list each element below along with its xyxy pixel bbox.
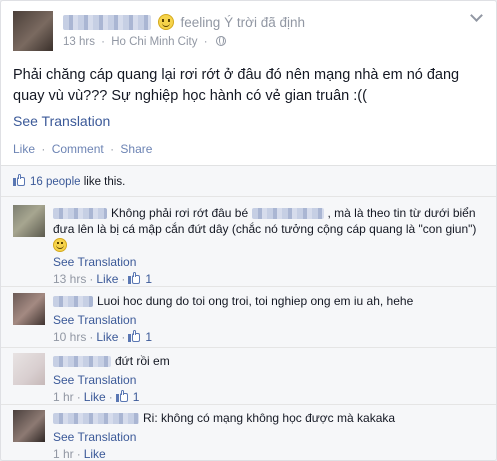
thumbs-up-icon bbox=[13, 174, 26, 186]
divider bbox=[1, 404, 496, 405]
globe-icon[interactable] bbox=[215, 36, 226, 46]
action-separator: · bbox=[110, 142, 115, 156]
divider bbox=[1, 196, 496, 197]
likes-summary: 16 people like this. bbox=[13, 174, 125, 188]
comment-footer: 13 hrs · Like · 1 bbox=[53, 272, 152, 286]
author-avatar[interactable] bbox=[13, 11, 53, 51]
dot-separator: · bbox=[121, 330, 126, 344]
comment-text: Không phải rơi rớt đâu bé , mà là theo t… bbox=[53, 205, 483, 253]
likes-suffix: like this. bbox=[83, 176, 126, 188]
commenter-avatar[interactable] bbox=[13, 293, 45, 325]
comment-like-button[interactable]: Like bbox=[84, 390, 106, 404]
comment-text: đứt rồi em bbox=[53, 353, 483, 369]
dot-separator: · bbox=[89, 272, 94, 286]
share-button[interactable]: Share bbox=[120, 142, 152, 156]
like-button[interactable]: Like bbox=[13, 142, 35, 156]
thumbs-up-icon bbox=[128, 330, 141, 342]
comment-footer: 10 hrs · Like · 1 bbox=[53, 330, 152, 344]
comment-like-button[interactable]: Like bbox=[96, 272, 118, 286]
comment-like-button[interactable]: Like bbox=[84, 447, 106, 460]
comment-text-part: đứt rồi em bbox=[115, 354, 170, 368]
comment-text: Ri: không có mạng không học được mà kaka… bbox=[53, 410, 483, 426]
commenter-name-blurred[interactable] bbox=[53, 413, 139, 425]
thumbs-up-icon bbox=[128, 272, 141, 284]
commenter-name-blurred[interactable] bbox=[53, 208, 107, 220]
chevron-down-icon[interactable] bbox=[470, 11, 482, 23]
smile-emoji-icon bbox=[53, 238, 67, 252]
post-location[interactable]: Ho Chi Minh City bbox=[111, 36, 197, 48]
meta-separator: · bbox=[203, 36, 208, 48]
feeling-label: feeling bbox=[180, 14, 221, 30]
post-meta: 13 hrs · Ho Chi Minh City · bbox=[63, 36, 226, 48]
tagged-name-blurred[interactable] bbox=[251, 208, 324, 220]
comment-like-count[interactable]: 1 bbox=[145, 272, 152, 286]
commenter-avatar[interactable] bbox=[13, 410, 45, 442]
comment-like-button[interactable]: Like bbox=[96, 330, 118, 344]
see-translation-link[interactable]: See Translation bbox=[13, 113, 110, 129]
feeling-target: Ý trời đã định bbox=[224, 14, 305, 30]
see-translation-link[interactable]: See Translation bbox=[53, 313, 136, 327]
dot-separator: · bbox=[76, 447, 81, 461]
post-timestamp[interactable]: 13 hrs bbox=[63, 36, 95, 48]
see-translation-link[interactable]: See Translation bbox=[53, 430, 136, 444]
dot-separator: · bbox=[121, 272, 126, 286]
comment-time[interactable]: 1 hr bbox=[53, 447, 74, 460]
divider bbox=[1, 347, 496, 348]
meta-separator: · bbox=[101, 36, 106, 48]
author-name-blurred[interactable] bbox=[63, 14, 151, 30]
post-header: feeling Ý trời đã định 13 hrs · Ho Chi M… bbox=[13, 11, 484, 53]
see-translation-link[interactable]: See Translation bbox=[53, 255, 136, 269]
comment-time[interactable]: 10 hrs bbox=[53, 330, 86, 344]
comment-text: Luoi hoc dung do toi ong troi, toi nghie… bbox=[53, 293, 483, 309]
comment-footer: 1 hr · Like · 1 bbox=[53, 390, 139, 404]
comment-like-count[interactable]: 1 bbox=[145, 330, 152, 344]
comment-footer: 1 hr · Like bbox=[53, 447, 106, 461]
comment-button[interactable]: Comment bbox=[52, 142, 104, 156]
thumbs-up-icon bbox=[115, 390, 129, 402]
comment-time[interactable]: 13 hrs bbox=[53, 272, 86, 286]
smile-emoji-icon bbox=[157, 14, 174, 31]
author-row: feeling Ý trời đã định bbox=[63, 14, 305, 31]
comment-text-part: Luoi hoc dung do toi ong troi, toi nghie… bbox=[97, 294, 414, 308]
action-separator: · bbox=[41, 142, 46, 156]
comment-time[interactable]: 1 hr bbox=[53, 390, 74, 404]
post-actions: Like · Comment · Share bbox=[13, 142, 152, 156]
comment-text-part: Không phải rơi rớt đâu bé bbox=[111, 206, 249, 220]
commenter-avatar[interactable] bbox=[13, 205, 45, 237]
dot-separator: · bbox=[108, 390, 113, 404]
dot-separator: · bbox=[76, 390, 81, 404]
divider bbox=[1, 286, 496, 287]
comment-like-count[interactable]: 1 bbox=[133, 390, 140, 404]
facebook-post-card: feeling Ý trời đã định 13 hrs · Ho Chi M… bbox=[0, 0, 497, 461]
dot-separator: · bbox=[89, 330, 94, 344]
commenter-avatar[interactable] bbox=[13, 353, 45, 385]
feedback-section: 16 people like this. Không phải rơi rớt … bbox=[1, 165, 496, 461]
likes-count[interactable]: 16 people bbox=[30, 176, 81, 188]
see-translation-link[interactable]: See Translation bbox=[53, 373, 136, 387]
commenter-name-blurred[interactable] bbox=[53, 296, 93, 308]
comment-text-part: Ri: không có mạng không học được mà kaka… bbox=[143, 411, 396, 425]
post-body: Phải chăng cáp quang lại rơi rớt ở đâu đ… bbox=[13, 67, 460, 104]
commenter-name-blurred[interactable] bbox=[53, 356, 111, 368]
